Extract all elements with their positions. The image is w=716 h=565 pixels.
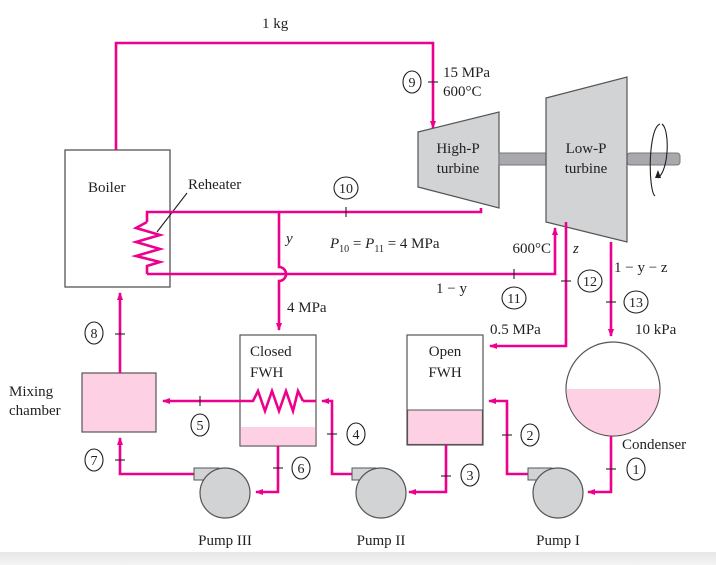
boiler-label: Boiler xyxy=(88,180,126,196)
one-minus-y-label: 1 − y xyxy=(436,281,467,297)
open-fwh-label-2: FWH xyxy=(428,365,462,381)
reheater-label: Reheater xyxy=(188,177,241,193)
pipe-state-3 xyxy=(408,445,448,495)
svg-text:4: 4 xyxy=(353,428,360,443)
svg-text:6: 6 xyxy=(298,462,305,477)
lp-turbine-label: Low-P xyxy=(566,141,607,157)
state-marker-1: 1 xyxy=(626,457,646,481)
regenerative-reheat-cycle-diagram: Boiler Reheater 1 kg 15 MPa 600°C High-P… xyxy=(0,0,716,565)
svg-text:9: 9 xyxy=(409,76,416,91)
state-marker-13: 13 xyxy=(623,290,649,314)
condenser-label: Condenser xyxy=(622,437,686,453)
pipe-state-6 xyxy=(255,446,280,495)
state9-pressure: 15 MPa xyxy=(443,65,490,81)
state-marker-12: 12 xyxy=(577,269,603,293)
state-marker-8: 8 xyxy=(84,321,104,345)
pump-iii xyxy=(193,467,251,519)
pressure-equality-label: P10 = P11 = 4 MPa xyxy=(329,236,440,255)
state-marker-10: 10 xyxy=(333,176,359,200)
pipe-main-steam xyxy=(114,41,436,150)
pipe-state-1 xyxy=(587,436,613,495)
state-marker-2: 2 xyxy=(520,423,540,447)
hp-turbine-label: High-P xyxy=(436,141,479,157)
high-pressure-turbine xyxy=(417,111,500,209)
closed-fwh-pressure: 4 MPa xyxy=(287,300,327,316)
svg-text:7: 7 xyxy=(91,454,98,469)
condenser-pressure: 10 kPa xyxy=(635,322,677,338)
svg-text:11: 11 xyxy=(507,292,520,307)
shaft xyxy=(498,152,547,166)
state-marker-5: 5 xyxy=(190,413,210,437)
mixing-chamber-label: Mixing xyxy=(9,384,54,400)
state-marker-6: 6 xyxy=(291,456,311,480)
bottom-edge-band xyxy=(0,552,716,565)
open-fwh-pressure: 0.5 MPa xyxy=(490,322,541,338)
reheat-temperature-label: 600°C xyxy=(512,241,551,257)
svg-text:3: 3 xyxy=(467,469,474,484)
state-marker-4: 4 xyxy=(346,422,366,446)
pipe-state-10 xyxy=(145,208,483,222)
state9-temperature: 600°C xyxy=(443,84,482,100)
shaft-output xyxy=(626,152,681,166)
open-fwh-label: Open xyxy=(429,344,462,360)
diagram-canvas: Boiler Reheater 1 kg 15 MPa 600°C High-P… xyxy=(9,16,686,549)
pump-ii xyxy=(351,467,407,519)
lp-turbine-label-2: turbine xyxy=(565,161,608,177)
state-marker-11: 11 xyxy=(501,286,527,310)
pump-iii-label: Pump III xyxy=(198,533,252,549)
mixing-chamber xyxy=(81,372,157,433)
pump-i-label: Pump I xyxy=(536,533,580,549)
state-marker-7: 7 xyxy=(84,448,104,472)
one-minus-y-z-label: 1 − y − z xyxy=(614,260,668,276)
closed-fwh-label: Closed xyxy=(250,344,292,360)
pump-i xyxy=(527,467,584,519)
mixing-chamber-label-2: chamber xyxy=(9,403,61,419)
svg-text:1: 1 xyxy=(633,463,640,478)
hp-turbine-label-2: turbine xyxy=(437,161,480,177)
svg-text:13: 13 xyxy=(629,296,643,311)
svg-text:2: 2 xyxy=(527,429,534,444)
boiler xyxy=(64,149,171,288)
closed-fwh-label-2: FWH xyxy=(250,365,284,381)
low-pressure-turbine xyxy=(545,76,628,243)
svg-text:12: 12 xyxy=(583,275,597,290)
mass-label: 1 kg xyxy=(262,16,289,32)
state-marker-9: 9 xyxy=(402,70,422,94)
state-marker-3: 3 xyxy=(460,463,480,487)
svg-text:5: 5 xyxy=(197,419,204,434)
pipe-bleed-y xyxy=(276,212,288,331)
pump-ii-label: Pump II xyxy=(357,533,406,549)
svg-text:8: 8 xyxy=(91,327,98,342)
svg-text:10: 10 xyxy=(339,182,353,197)
pipe-state-7 xyxy=(117,437,194,476)
z-fraction-label: z xyxy=(572,241,579,257)
y-fraction-label: y xyxy=(284,231,293,247)
